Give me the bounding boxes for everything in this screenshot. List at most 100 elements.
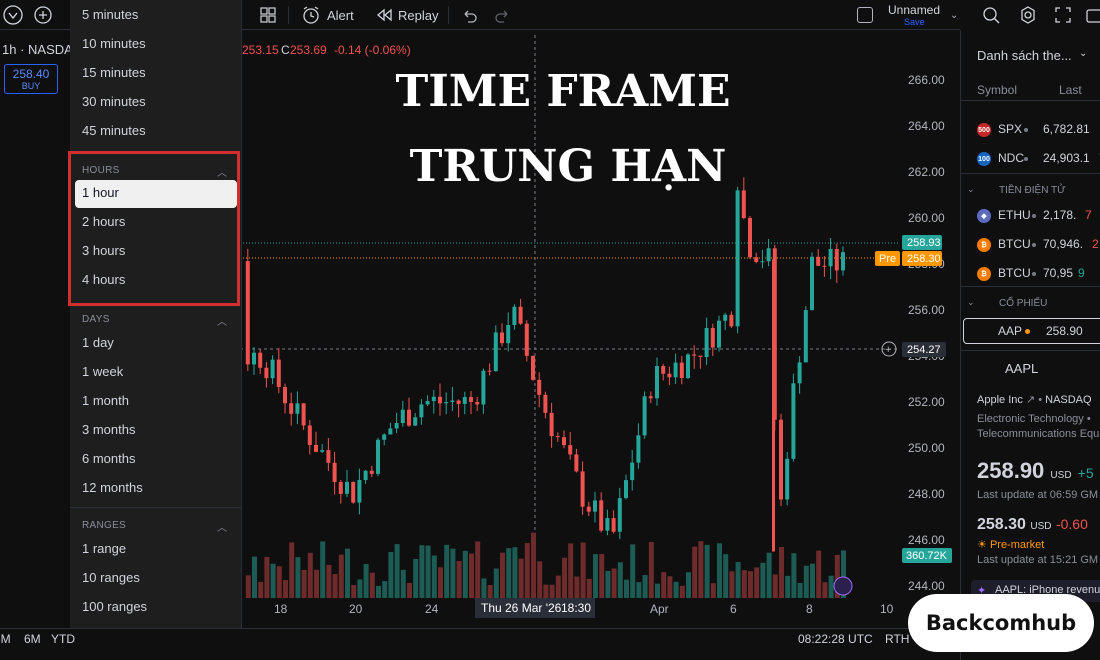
candle-body — [487, 370, 492, 372]
chevron-down-icon[interactable]: ⌄ — [967, 297, 975, 308]
gear-icon[interactable] — [1017, 4, 1039, 26]
lightning-icon[interactable] — [833, 576, 853, 596]
layout-name-button[interactable]: Unnamed Save — [888, 0, 940, 30]
menu-item-3-months[interactable]: 3 months — [82, 420, 135, 440]
volume-bar — [413, 558, 419, 598]
volume-bar — [648, 542, 654, 598]
menu-item-45-minutes[interactable]: 45 minutes — [82, 121, 146, 141]
watchlist-row[interactable]: 500 SPX 6,782.81 — [961, 118, 1100, 142]
menu-item-1-range[interactable]: 1 range — [82, 539, 126, 559]
volume-bar — [400, 569, 406, 598]
menu-item-5-minutes[interactable]: 5 minutes — [82, 5, 138, 25]
layouts-button[interactable] — [258, 0, 278, 30]
volume-bar — [320, 541, 326, 598]
row-last: 70,95 — [1043, 266, 1074, 280]
row-last: 258.90 — [1046, 324, 1083, 338]
candle-body — [754, 257, 759, 262]
volume-bar — [655, 583, 660, 598]
candle-body — [314, 444, 318, 452]
camera-icon[interactable] — [1084, 4, 1100, 26]
candle-body — [766, 248, 771, 262]
section-crypto[interactable]: TIỀN ĐIỆN TỬ — [999, 185, 1066, 196]
candle-body — [580, 471, 585, 507]
volume-bar — [524, 543, 530, 598]
volume-bar — [500, 552, 505, 598]
col-symbol-header[interactable]: Symbol — [977, 83, 1017, 97]
overlay-title-line-2: TRUNG HẠN — [409, 141, 727, 192]
volume-bar — [816, 550, 822, 598]
price-change: +5 — [1077, 465, 1094, 481]
watchlist-row[interactable]: ₿ BTCU 70,946. 2 — [961, 233, 1100, 257]
volume-bar — [741, 570, 747, 598]
candle-body — [723, 314, 728, 321]
range-button-ytd[interactable]: YTD — [51, 632, 75, 646]
candle-body — [524, 323, 529, 356]
chevron-up-icon[interactable]: ︿ — [217, 519, 227, 534]
volume-bar — [314, 569, 319, 598]
days-section-header[interactable]: DAYS — [82, 314, 110, 325]
add-symbol-button[interactable] — [33, 0, 53, 30]
range-button-3m[interactable]: 3M — [0, 632, 11, 646]
brand-menu-button[interactable] — [2, 0, 24, 30]
volume-bar — [493, 568, 499, 598]
chevron-down-icon[interactable]: ⌄ — [967, 184, 975, 195]
menu-item-12-months[interactable]: 12 months — [82, 478, 143, 498]
divider — [448, 6, 449, 24]
menu-item-1-week[interactable]: 1 week — [82, 362, 123, 382]
ranges-section-header[interactable]: RANGES — [82, 520, 126, 531]
session-button[interactable]: RTH — [885, 632, 909, 646]
menu-item-10-ranges[interactable]: 10 ranges — [82, 568, 140, 588]
candle-body — [245, 261, 250, 365]
menu-item-15-minutes[interactable]: 15 minutes — [82, 63, 146, 83]
chevron-up-icon[interactable]: ︿ — [217, 313, 227, 328]
menu-item-1-day[interactable]: 1 day — [82, 333, 114, 353]
replay-button[interactable]: Replay — [375, 0, 438, 30]
candle-body — [667, 373, 672, 378]
chevron-down-icon[interactable]: ⌄ — [950, 0, 958, 30]
magnifier-gear-icon[interactable] — [980, 4, 1002, 26]
col-last-header[interactable]: Last — [1059, 83, 1082, 97]
volume-bar — [797, 582, 803, 598]
row-symbol: SPX — [998, 122, 1023, 136]
chevron-down-icon[interactable]: ⌄ — [1079, 48, 1087, 59]
volume-bar — [766, 552, 772, 598]
menu-item-30-minutes[interactable]: 30 minutes — [82, 92, 146, 112]
volume-bar — [624, 579, 629, 598]
volume-bar — [357, 579, 363, 598]
volume-bar — [661, 572, 667, 598]
menu-item-100-ranges[interactable]: 100 ranges — [82, 597, 147, 617]
status-dot — [1032, 272, 1036, 276]
cursor-price-label: 254.27 — [907, 344, 941, 356]
watchlist-row[interactable]: 100NDC24,903.17 — [961, 147, 1100, 171]
volume-bar — [549, 584, 555, 598]
watchlist-title[interactable]: Danh sách the... — [977, 48, 1072, 63]
volume-bar — [686, 572, 691, 598]
candle-body — [283, 386, 287, 404]
details-industry: Telecommunications Equip — [977, 428, 1100, 440]
volume-bar — [760, 562, 766, 598]
watchlist-row-aapl[interactable]: AAP 258.90 — [963, 318, 1100, 344]
menu-item-1-month[interactable]: 1 month — [82, 391, 129, 411]
alert-button[interactable]: Alert — [300, 0, 354, 30]
utc-clock[interactable]: 08:22:28 UTC — [798, 632, 873, 646]
watchlist-row[interactable]: ₿ BTCU 70,95 9 — [961, 262, 1100, 286]
details-company[interactable]: Apple Inc ↗ • NASDAQ — [977, 393, 1092, 406]
redo-button[interactable] — [494, 0, 512, 30]
candle-body — [692, 354, 697, 356]
buy-price: 258.40 — [12, 67, 50, 81]
menu-item-6-months[interactable]: 6 months — [82, 449, 135, 469]
volume-bar — [258, 581, 264, 598]
layout-checkbox[interactable] — [857, 0, 873, 30]
menu-item-10-minutes[interactable]: 10 minutes — [82, 34, 146, 54]
volume-bar — [276, 566, 282, 598]
undo-button[interactable] — [460, 0, 478, 30]
buy-button[interactable]: 258.40 BUY — [4, 64, 58, 94]
watchlist-row[interactable]: ◆ ETHU 2,178. 7 — [961, 204, 1100, 228]
price-axis-label: 250.00 — [908, 441, 945, 455]
fullscreen-icon[interactable] — [1052, 4, 1074, 26]
section-stocks[interactable]: CỔ PHIẾU — [999, 298, 1047, 309]
range-button-6m[interactable]: 6M — [24, 632, 41, 646]
symbol-logo-icon: ◆ — [977, 209, 991, 223]
symbol-label[interactable]: 1h · NASDA — [2, 42, 73, 57]
time-axis-label: 24 — [425, 602, 439, 616]
